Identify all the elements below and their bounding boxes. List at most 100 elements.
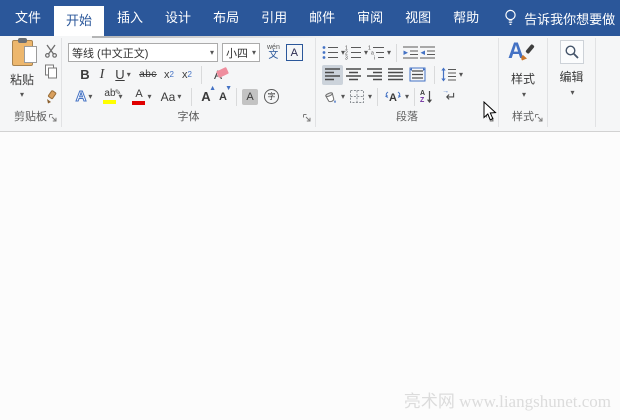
shading-button[interactable]: ▾: [322, 87, 345, 107]
asian-layout-button[interactable]: A ▾: [383, 87, 409, 107]
divider: [377, 87, 379, 106]
group-editing: 编辑 ▾: [548, 36, 595, 131]
divider: [434, 65, 435, 84]
tab-layout[interactable]: 布局: [204, 0, 248, 36]
subscript-button[interactable]: x2: [160, 65, 178, 85]
paste-button[interactable]: 粘贴 ▾: [4, 38, 40, 104]
grow-font-button[interactable]: A ▲: [197, 85, 216, 107]
copy-button[interactable]: [42, 63, 60, 80]
character-shading-button[interactable]: A: [242, 88, 258, 105]
svg-text:i: i: [374, 56, 375, 61]
paragraph-row-1: ▾ 1 2 3 ▾ 1 a i ▾: [316, 42, 498, 63]
chevron-down-icon: ▾: [88, 92, 93, 101]
styles-button[interactable]: A 样式 ▾: [501, 40, 545, 102]
distribute-text-button[interactable]: [406, 65, 429, 85]
divider: [201, 65, 202, 84]
strikethrough-button[interactable]: abc: [136, 65, 160, 85]
svg-text:3: 3: [345, 56, 348, 61]
tab-review[interactable]: 审阅: [348, 0, 392, 36]
multilevel-list-button[interactable]: 1 a i ▾: [368, 43, 391, 63]
sort-button[interactable]: A Z: [420, 87, 433, 107]
shrink-font-button[interactable]: A ▼: [215, 85, 232, 107]
bullets-button[interactable]: ▾: [322, 43, 345, 63]
change-case-button[interactable]: Aa ▾: [156, 87, 186, 107]
phonetic-guide-button[interactable]: wén 文: [267, 44, 280, 61]
font-color-button[interactable]: A ▾: [128, 87, 156, 107]
superscript-button[interactable]: x2: [178, 65, 196, 85]
phonetic-hanzi-text: 文: [268, 50, 279, 61]
chevron-down-icon: ▾: [570, 88, 575, 97]
align-right-icon: [367, 68, 382, 81]
tab-view[interactable]: 视图: [396, 0, 440, 36]
format-painter-icon: [47, 89, 57, 103]
document-area[interactable]: 亮术网 www.liangshunet.com: [0, 133, 620, 420]
group-separator: [595, 38, 596, 127]
magnifier-icon: [564, 45, 579, 59]
font-row-1: 等线 (中文正文) ▾ 小四 ▾ wén 文 A: [62, 42, 315, 63]
align-right-button[interactable]: [364, 65, 385, 85]
justify-button[interactable]: [385, 65, 406, 85]
highlight-color-button[interactable]: ab ✎ ▾: [98, 87, 128, 107]
chevron-down-icon: ▾: [177, 92, 182, 101]
tell-me-box[interactable]: 告诉我你想要做: [504, 0, 615, 36]
chevron-down-icon: ▾: [341, 92, 346, 101]
font-row-3: A ▾ ab ✎ ▾ A ▾ Aa ▾ A ▲ A ▼ A 字: [62, 85, 315, 107]
line-spacing-icon: [441, 67, 456, 82]
align-center-button[interactable]: [343, 65, 364, 85]
tab-insert[interactable]: 插入: [108, 0, 152, 36]
underline-button[interactable]: U ▾: [110, 65, 136, 85]
superscript-digit: 2: [187, 70, 192, 79]
chevron-down-icon: ▾: [251, 48, 256, 57]
font-name-value: 等线 (中文正文): [72, 47, 149, 60]
styles-dialog-launcher[interactable]: [534, 113, 544, 123]
decrease-indent-icon: [403, 46, 419, 59]
tab-references[interactable]: 引用: [252, 0, 296, 36]
font-name-combobox[interactable]: 等线 (中文正文) ▾: [68, 43, 218, 62]
text-effects-button[interactable]: A ▾: [70, 87, 98, 107]
editing-button[interactable]: 编辑 ▾: [550, 40, 593, 102]
mini-arrow-icon: →: [442, 87, 450, 95]
character-border-button[interactable]: A: [285, 44, 303, 61]
tab-home[interactable]: 开始: [54, 6, 105, 36]
italic-button[interactable]: I: [94, 65, 110, 85]
numbering-button[interactable]: 1 2 3 ▾: [345, 43, 368, 63]
paste-clipboard-icon: [11, 38, 37, 66]
bold-button[interactable]: B: [76, 65, 94, 85]
enclose-characters-button[interactable]: 字: [264, 87, 279, 107]
format-painter-button[interactable]: [42, 88, 60, 105]
line-spacing-button[interactable]: ▾: [440, 65, 463, 85]
cut-button[interactable]: [42, 42, 60, 59]
editing-icon-box: [559, 40, 584, 64]
tab-design[interactable]: 设计: [156, 0, 200, 36]
font-dialog-launcher[interactable]: [302, 113, 312, 123]
group-font: 等线 (中文正文) ▾ 小四 ▾ wén 文 A B I U ▾ abc x 2…: [62, 36, 315, 131]
increase-indent-icon: [420, 46, 436, 59]
chevron-down-icon: ▾: [459, 70, 464, 79]
show-hide-marks-button[interactable]: → ↵: [441, 87, 461, 107]
tab-mailings[interactable]: 邮件: [300, 0, 344, 36]
chevron-down-icon: ▾: [521, 90, 526, 99]
copy-icon: [45, 64, 57, 79]
clipboard-dialog-launcher[interactable]: [48, 113, 58, 123]
tab-help[interactable]: 帮助: [444, 0, 488, 36]
character-border-letter: A: [290, 46, 299, 59]
scissors-icon: [45, 44, 58, 58]
paragraph-group-label: 段落: [396, 111, 418, 123]
watermark-text: 亮术网 www.liangshunet.com: [403, 392, 611, 411]
chevron-down-icon: ▾: [209, 48, 214, 57]
tell-me-label: 告诉我你想要做: [524, 11, 616, 27]
clear-formatting-button[interactable]: A: [207, 65, 229, 85]
align-left-button[interactable]: [322, 64, 343, 85]
clipboard-page: [23, 46, 37, 63]
group-clipboard: 粘贴 ▾ 剪贴板: [0, 36, 61, 131]
underline-letter: U: [115, 67, 125, 82]
change-case-letters: Aa: [160, 89, 176, 104]
decrease-indent-button[interactable]: [402, 43, 419, 63]
divider: [191, 87, 192, 106]
borders-button[interactable]: ▾: [349, 87, 372, 107]
increase-indent-button[interactable]: [419, 43, 436, 63]
ribbon-tab-bar: 文件 开始 插入 设计 布局 引用 邮件 审阅 视图 帮助 告诉我你想要做: [0, 0, 620, 36]
font-size-combobox[interactable]: 小四 ▾: [222, 43, 260, 62]
chevron-down-icon: ▾: [387, 48, 392, 57]
tab-file[interactable]: 文件: [6, 0, 50, 36]
